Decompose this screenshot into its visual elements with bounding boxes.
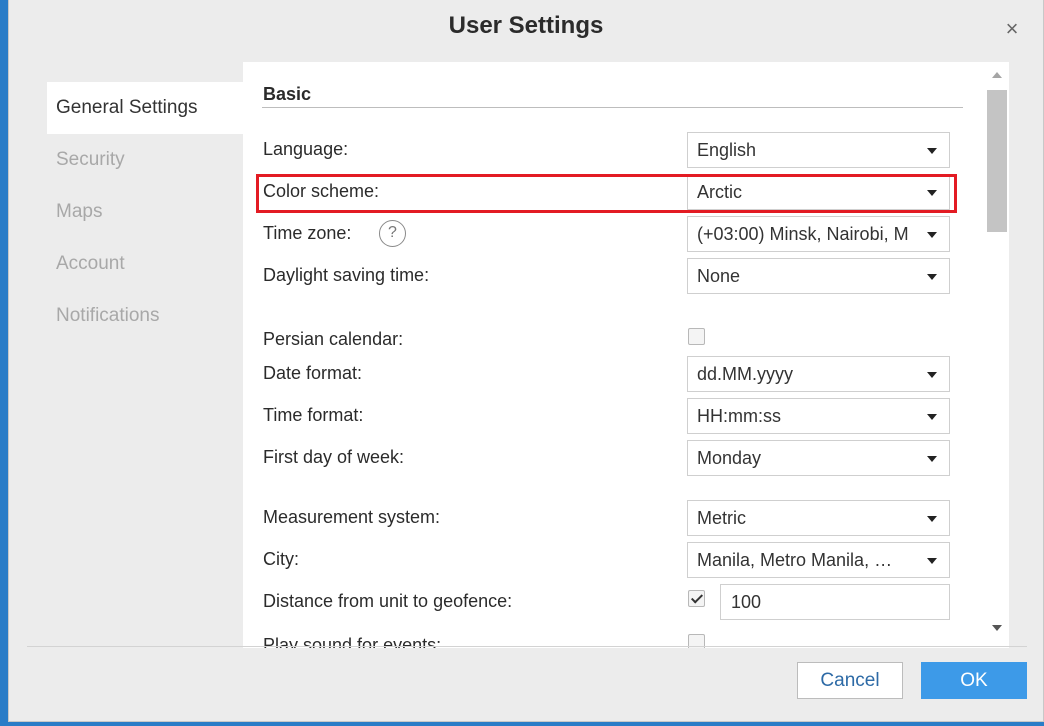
- geofence-distance-label: Distance from unit to geofence:: [263, 591, 513, 611]
- settings-sidebar: General Settings Security Maps Account N…: [47, 82, 243, 342]
- persian-calendar-label: Persian calendar:: [263, 329, 404, 349]
- daylight-saving-select[interactable]: None: [687, 258, 950, 294]
- language-row: Language: English: [243, 132, 985, 168]
- time-format-label: Time format:: [263, 405, 364, 425]
- footer-divider: [27, 646, 1027, 647]
- daylight-saving-row: Daylight saving time: None: [243, 258, 985, 294]
- chevron-down-icon: [927, 190, 937, 196]
- color-scheme-select[interactable]: Arctic: [687, 174, 950, 210]
- content-scrollbar[interactable]: [985, 62, 1009, 648]
- geofence-distance-input[interactable]: 100: [720, 584, 950, 620]
- time-format-value: HH:mm:ss: [697, 406, 781, 426]
- date-format-value: dd.MM.yyyy: [697, 364, 794, 384]
- first-day-value: Monday: [697, 448, 762, 468]
- language-label: Language:: [263, 139, 349, 159]
- measurement-value: Metric: [697, 508, 746, 528]
- scroll-down-icon[interactable]: [992, 625, 1002, 631]
- scroll-up-icon[interactable]: [992, 72, 1002, 78]
- dialog-titlebar: User Settings ×: [9, 0, 1043, 56]
- chevron-down-icon: [927, 148, 937, 154]
- language-value: English: [697, 140, 757, 160]
- chevron-down-icon: [927, 456, 937, 462]
- city-select[interactable]: Manila, Metro Manila, …: [687, 542, 950, 578]
- play-sound-row: Play sound for events:: [243, 628, 985, 648]
- first-day-row: First day of week: Monday: [243, 440, 985, 476]
- persian-calendar-checkbox[interactable]: [688, 328, 705, 345]
- time-zone-select[interactable]: (+03:00) Minsk, Nairobi, M: [687, 216, 950, 252]
- date-format-select[interactable]: dd.MM.yyyy: [687, 356, 950, 392]
- cancel-button[interactable]: Cancel: [797, 662, 903, 699]
- dialog-title: User Settings: [448, 12, 604, 39]
- city-label: City:: [263, 549, 299, 569]
- language-select[interactable]: English: [687, 132, 950, 168]
- scroll-thumb[interactable]: [987, 90, 1007, 232]
- measurement-row: Measurement system: Metric: [243, 500, 985, 536]
- color-scheme-row: Color scheme: Arctic: [243, 174, 985, 210]
- city-value: Manila, Metro Manila, …: [697, 550, 893, 570]
- first-day-select[interactable]: Monday: [687, 440, 950, 476]
- section-title: Basic: [263, 84, 312, 104]
- sidebar-item-security[interactable]: Security: [47, 134, 243, 186]
- daylight-saving-label: Daylight saving time:: [263, 265, 430, 285]
- time-format-select[interactable]: HH:mm:ss: [687, 398, 950, 434]
- chevron-down-icon: [927, 558, 937, 564]
- ok-button[interactable]: OK: [921, 662, 1027, 699]
- date-format-label: Date format:: [263, 363, 363, 383]
- time-zone-value: (+03:00) Minsk, Nairobi, M: [697, 224, 909, 244]
- close-icon[interactable]: ×: [1001, 18, 1023, 40]
- color-scheme-value: Arctic: [697, 182, 742, 202]
- chevron-down-icon: [927, 414, 937, 420]
- section-divider: [262, 107, 963, 108]
- persian-calendar-row: Persian calendar:: [243, 322, 985, 358]
- time-zone-label: Time zone:: [263, 223, 352, 243]
- sidebar-item-notifications[interactable]: Notifications: [47, 290, 243, 342]
- color-scheme-label: Color scheme:: [263, 181, 380, 201]
- chevron-down-icon: [927, 516, 937, 522]
- first-day-label: First day of week:: [263, 447, 405, 467]
- sidebar-item-general-settings[interactable]: General Settings: [47, 82, 243, 134]
- geofence-distance-row: Distance from unit to geofence: 100: [243, 584, 985, 620]
- sidebar-item-account[interactable]: Account: [47, 238, 243, 290]
- measurement-label: Measurement system:: [263, 507, 441, 527]
- user-settings-dialog: User Settings × General Settings Securit…: [8, 0, 1044, 722]
- chevron-down-icon: [927, 372, 937, 378]
- date-format-row: Date format: dd.MM.yyyy: [243, 356, 985, 392]
- daylight-saving-value: None: [697, 266, 741, 286]
- time-format-row: Time format: HH:mm:ss: [243, 398, 985, 434]
- help-icon[interactable]: ?: [379, 220, 406, 247]
- measurement-select[interactable]: Metric: [687, 500, 950, 536]
- time-zone-row: Time zone: ? (+03:00) Minsk, Nairobi, M: [243, 216, 985, 252]
- settings-content-panel: Basic Language: English Color scheme: Ar…: [243, 62, 985, 648]
- geofence-distance-checkbox[interactable]: [688, 590, 705, 607]
- chevron-down-icon: [927, 274, 937, 280]
- chevron-down-icon: [927, 232, 937, 238]
- sidebar-item-maps[interactable]: Maps: [47, 186, 243, 238]
- city-row: City: Manila, Metro Manila, …: [243, 542, 985, 578]
